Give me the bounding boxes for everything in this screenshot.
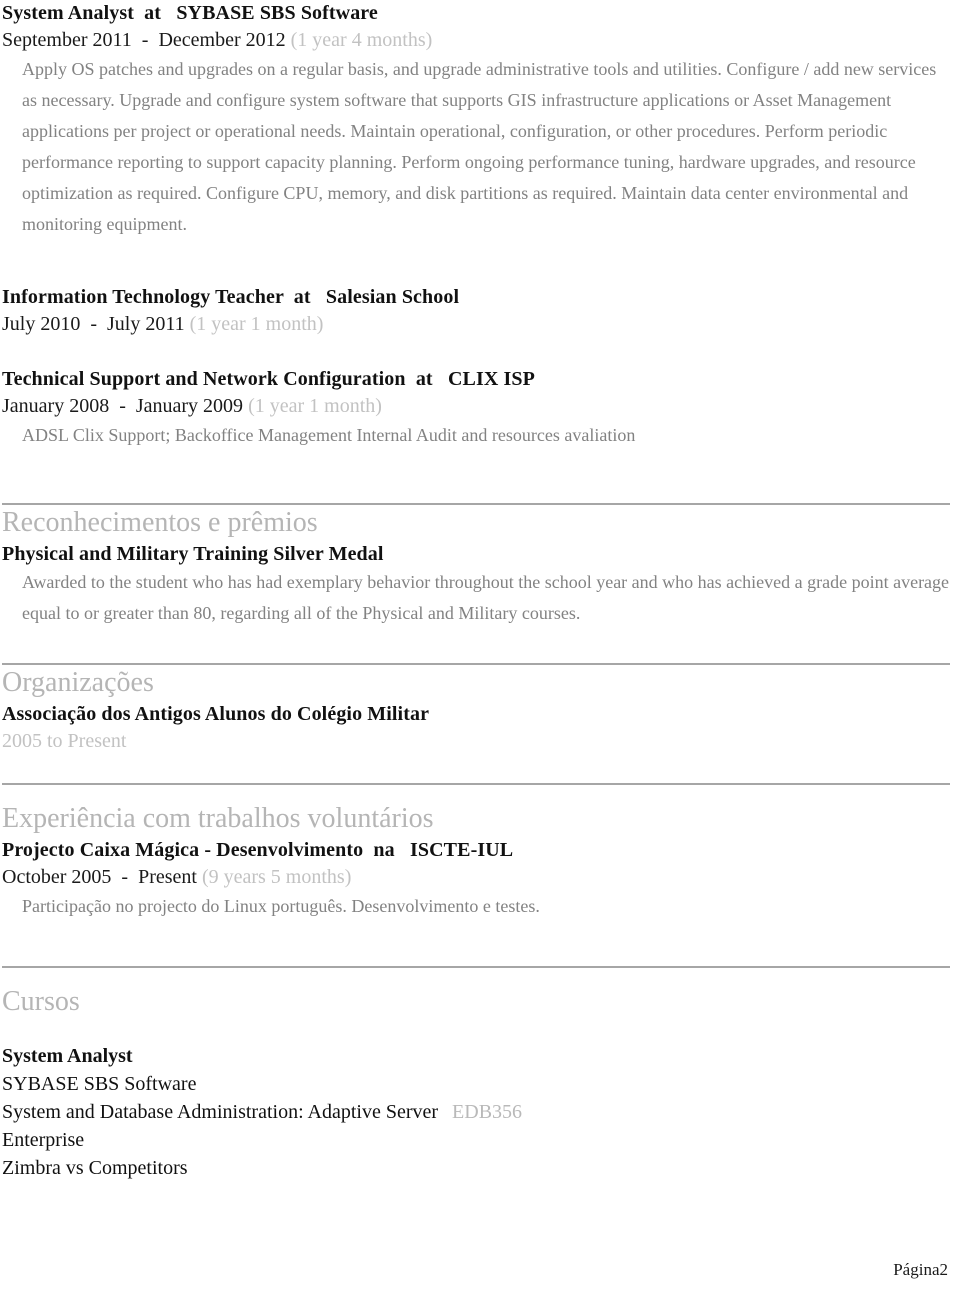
award-title: Physical and Military Training Silver Me… <box>2 543 384 565</box>
experience-title: System Analyst at SYBASE SBS Software <box>2 2 378 24</box>
experience-entry: Information Technology Teacher at Salesi… <box>2 284 950 338</box>
course-description-line: System and Database Administration: Adap… <box>2 1098 950 1126</box>
course-description-text: System and Database Administration: Adap… <box>2 1101 439 1123</box>
experience-date-range: January 2008 - January 2009 <box>2 395 249 417</box>
organization-entry: Associação dos Antigos Alunos do Colégio… <box>2 701 950 755</box>
award-entry: Physical and Military Training Silver Me… <box>2 541 950 629</box>
experience-date-range: September 2011 - December 2012 <box>2 29 291 51</box>
section-heading-awards: Reconhecimentos e prêmios <box>2 507 318 538</box>
volunteer-title: Projecto Caixa Mágica - Desenvolvimento … <box>2 839 514 861</box>
course-organization: SYBASE SBS Software <box>2 1073 197 1095</box>
experience-description: ADSL Clix Support; Backoffice Management… <box>22 425 636 445</box>
experience-duration: (1 year 1 month) <box>248 395 382 417</box>
organization-dates: 2005 to Present <box>2 727 950 755</box>
experience-dates: January 2008 - January 2009 (1 year 1 mo… <box>2 392 950 420</box>
volunteer-dates: October 2005 - Present (9 years 5 months… <box>2 863 950 891</box>
experience-entry: System Analyst at SYBASE SBS Software Se… <box>2 0 950 240</box>
experience-dates: September 2011 - December 2012 (1 year 4… <box>2 26 950 54</box>
page-content: System Analyst at SYBASE SBS Software Se… <box>0 0 960 1182</box>
course-code: EDB356 <box>452 1101 523 1123</box>
award-description: Awarded to the student who has had exemp… <box>22 572 950 623</box>
experience-entry: Technical Support and Network Configurat… <box>2 366 950 451</box>
organization-title: Associação dos Antigos Alunos do Colégio… <box>2 703 430 725</box>
experience-description: Apply OS patches and upgrades on a regul… <box>22 59 937 234</box>
experience-duration: (1 year 4 months) <box>290 29 433 51</box>
volunteer-description: Participação no projecto do Linux portug… <box>22 896 540 916</box>
course-description-line: Zimbra vs Competitors <box>2 1157 188 1179</box>
section-heading-courses: Cursos <box>2 986 80 1017</box>
course-entry: System Analyst SYBASE SBS Software Syste… <box>2 1042 950 1182</box>
volunteer-date-range: October 2005 - Present <box>2 866 202 888</box>
volunteer-entry: Projecto Caixa Mágica - Desenvolvimento … <box>2 837 950 922</box>
section-heading-organizations: Organizações <box>2 667 154 698</box>
resume-page: System Analyst at SYBASE SBS Software Se… <box>0 0 960 1297</box>
experience-dates: July 2010 - July 2011 (1 year 1 month) <box>2 310 950 338</box>
experience-title: Technical Support and Network Configurat… <box>2 368 535 390</box>
page-number-footer: Página2 <box>893 1260 948 1279</box>
experience-date-range: July 2010 - July 2011 <box>2 313 190 335</box>
experience-duration: (1 year 1 month) <box>189 313 324 335</box>
experience-title: Information Technology Teacher at Salesi… <box>2 286 460 308</box>
organization-date-range: 2005 to Present <box>2 730 127 752</box>
volunteer-duration: (9 years 5 months) <box>201 866 352 888</box>
section-heading-volunteer: Experiência com trabalhos voluntários <box>2 803 434 834</box>
course-name: System Analyst <box>2 1045 133 1067</box>
course-description-line: Enterprise <box>2 1129 85 1151</box>
